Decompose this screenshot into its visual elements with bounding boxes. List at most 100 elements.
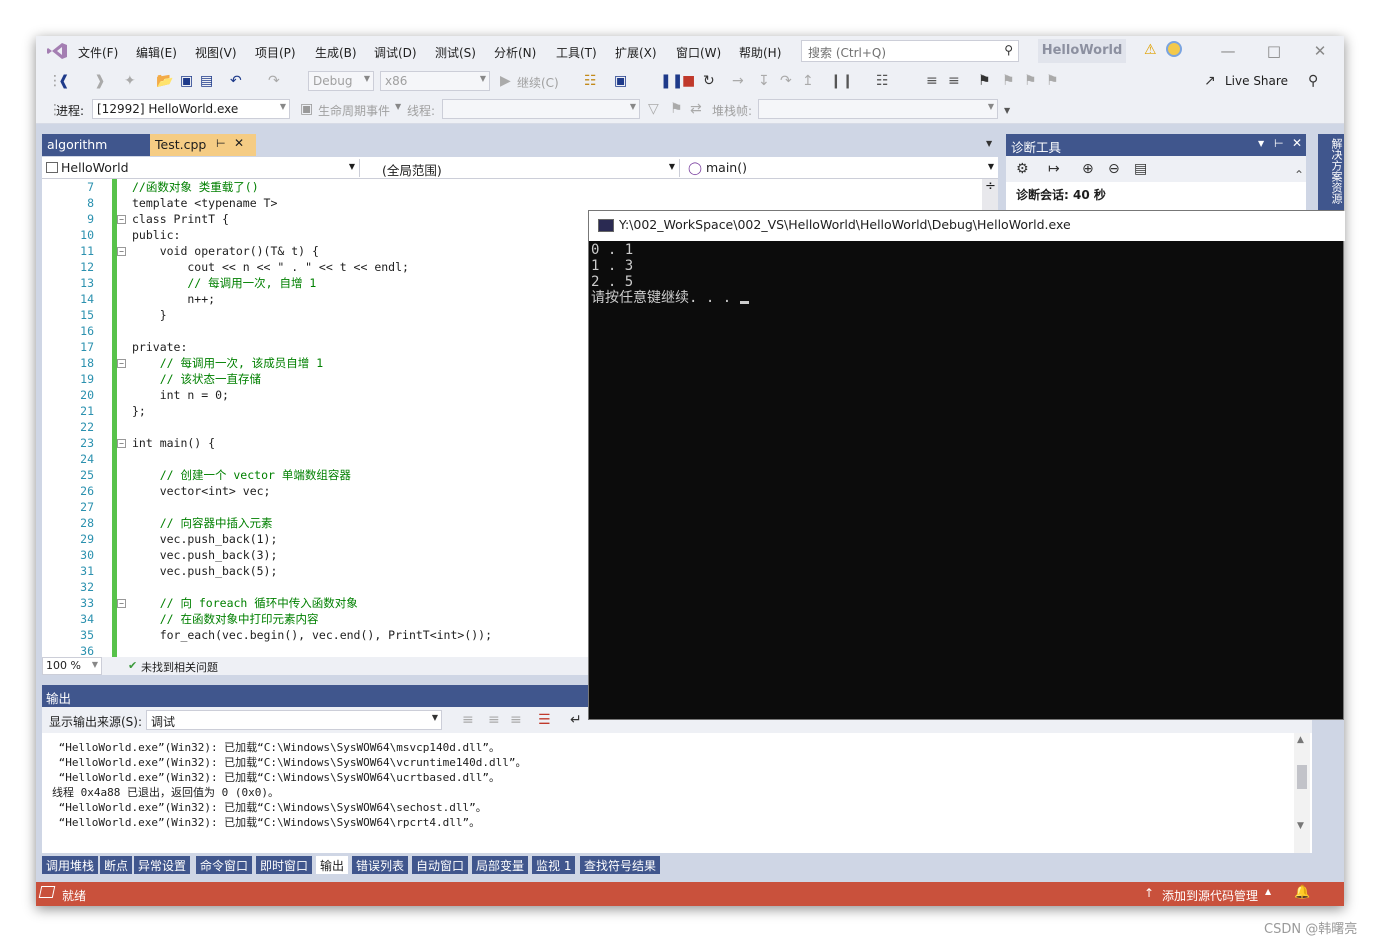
zoom-in-icon[interactable]: ⊕ (1082, 161, 1094, 177)
tab-algorithm[interactable]: algorithm (42, 134, 150, 156)
menu-build[interactable]: 生成(B) (315, 44, 357, 61)
warning-icon[interactable]: ⚠ (1144, 42, 1157, 58)
clear-all-icon[interactable]: ☰ (538, 712, 551, 728)
find-message-icon[interactable]: ≡ (462, 712, 474, 728)
pause-icon[interactable]: ❚❚ (660, 73, 683, 89)
bottom-tab[interactable]: 输出 (316, 856, 349, 874)
lifecycle-events-button[interactable]: 生命周期事件 (318, 102, 390, 119)
tab-test-cpp[interactable]: Test.cpp ⊢ ✕ (150, 134, 256, 156)
show-next-statement-icon[interactable]: → (732, 73, 744, 89)
collapse-icon[interactable]: − (117, 247, 126, 256)
menu-edit[interactable]: 编辑(E) (136, 44, 177, 61)
menu-window[interactable]: 窗口(W) (676, 44, 721, 61)
issues-status[interactable]: 未找到相关问题 (141, 659, 218, 675)
minimize-button[interactable]: — (1208, 40, 1248, 62)
scroll-up-icon[interactable]: ▲ (1297, 735, 1304, 745)
continue-play-icon[interactable]: ▶ (500, 73, 511, 89)
outdent-icon[interactable]: ≡ (948, 73, 960, 89)
chevron-down-icon[interactable]: ▼ (1258, 139, 1264, 148)
restart-icon[interactable]: ↻ (703, 73, 715, 89)
bottom-tab[interactable]: 即时窗口 (256, 856, 313, 874)
export-icon[interactable]: ↦ (1048, 161, 1060, 177)
indent-icon[interactable]: ≡ (926, 73, 938, 89)
forward-icon[interactable]: ❱ (94, 73, 106, 89)
notification-bell-icon[interactable]: 🔔 (1294, 885, 1310, 900)
output-text-area[interactable]: “HelloWorld.exe”(Win32): 已加载“C:\Windows\… (42, 733, 1312, 853)
continue-button[interactable]: 继续(C) (517, 74, 559, 91)
prev-message-icon[interactable]: ≡ (488, 712, 500, 728)
comment-icon[interactable]: ☷ (876, 73, 889, 89)
find-icon[interactable]: ☷ (584, 73, 597, 89)
project-dropdown[interactable]: HelloWorld ▼ (42, 159, 360, 177)
expand-threads-icon[interactable]: ⇄ (690, 101, 702, 117)
scope-dropdown[interactable]: (全局范围) ▼ (364, 159, 680, 178)
code-line[interactable]: 8 template <typename T> (42, 195, 982, 211)
bookmark-icon[interactable]: ⚑ (978, 73, 991, 89)
gear-icon[interactable]: ⚙ (1016, 161, 1029, 177)
code-line[interactable]: 7 //函数对象 类重载了() (42, 179, 982, 195)
collapse-icon[interactable]: − (117, 359, 126, 368)
flag-thread-icon[interactable]: ⚑ (670, 101, 683, 117)
filter-icon[interactable]: ▽ (648, 101, 659, 117)
menu-extensions[interactable]: 扩展(X) (615, 44, 657, 61)
bottom-tab[interactable]: 错误列表 (352, 856, 409, 874)
platform-dropdown[interactable]: x86 ▼ (380, 71, 490, 91)
member-dropdown[interactable]: ◯ main() ▼ (684, 159, 998, 177)
toolbar-overflow-icon[interactable]: ▼ (1004, 106, 1010, 115)
tab-list-chevron-icon[interactable]: ▼ (986, 139, 992, 148)
menu-view[interactable]: 视图(V) (195, 44, 237, 61)
collapse-icon[interactable]: − (117, 215, 126, 224)
menu-test[interactable]: 测试(S) (435, 44, 476, 61)
back-icon[interactable]: ❰ (58, 73, 70, 89)
next-message-icon[interactable]: ≡ (510, 712, 522, 728)
feedback-icon[interactable] (1166, 41, 1182, 57)
bottom-tab[interactable]: 查找符号结果 (580, 856, 661, 874)
output-scrollbar[interactable]: ▲ ▼ (1294, 733, 1310, 853)
undo-icon[interactable]: ↶ (230, 73, 242, 89)
output-source-dropdown[interactable]: 调试 ▼ (146, 710, 442, 730)
bottom-tab[interactable]: 断点 (100, 856, 133, 874)
thread-dropdown[interactable]: ▼ (442, 99, 640, 119)
save-icon[interactable]: ▣ (180, 73, 193, 89)
collapse-icon[interactable]: − (117, 599, 126, 608)
clear-bookmarks-icon[interactable]: ⚑ (1046, 73, 1059, 89)
bottom-tab[interactable]: 自动窗口 (412, 856, 469, 874)
close-button[interactable]: ✕ (1300, 40, 1340, 62)
bottom-tab[interactable]: 监视 1 (532, 856, 576, 874)
prev-bookmark-icon[interactable]: ⚑ (1002, 73, 1015, 89)
chart-icon[interactable]: ▤ (1134, 161, 1147, 177)
stack-frame-dropdown[interactable]: ▼ (758, 99, 998, 119)
hex-display-icon[interactable]: ❙❙ (830, 73, 853, 89)
console-window[interactable]: Y:\002_WorkSpace\002_VS\HelloWorld\Hello… (588, 210, 1345, 720)
account-icon[interactable]: ⚲ (1308, 73, 1318, 89)
word-wrap-icon[interactable]: ↵ (570, 712, 582, 728)
menu-analyze[interactable]: 分析(N) (494, 44, 536, 61)
live-share-button[interactable]: Live Share (1225, 74, 1288, 88)
configuration-dropdown[interactable]: Debug ▼ (308, 71, 374, 91)
split-icon[interactable]: ÷ (985, 179, 996, 194)
scroll-up-icon[interactable]: ⌃ (1294, 168, 1304, 182)
source-control-button[interactable]: 添加到源代码管理 (1162, 887, 1258, 904)
bottom-tab[interactable]: 调用堆栈 (42, 856, 99, 874)
step-out-icon[interactable]: ↥ (802, 73, 814, 89)
maximize-button[interactable]: □ (1254, 40, 1294, 62)
bottom-tab[interactable]: 异常设置 (134, 856, 191, 874)
menu-file[interactable]: 文件(F) (78, 44, 118, 61)
stop-icon[interactable]: ■ (682, 73, 695, 89)
pin-icon[interactable]: ⊢ (216, 137, 226, 150)
process-dropdown[interactable]: [12992] HelloWorld.exe ▼ (92, 99, 290, 119)
screenshot-icon[interactable]: ▣ (614, 73, 627, 89)
zoom-out-icon[interactable]: ⊖ (1108, 161, 1120, 177)
scroll-down-icon[interactable]: ▼ (1297, 821, 1304, 831)
menu-tools[interactable]: 工具(T) (556, 44, 597, 61)
menu-project[interactable]: 项目(P) (255, 44, 296, 61)
pin-icon[interactable]: ⊢ (1274, 137, 1284, 150)
search-input[interactable]: 搜索 (Ctrl+Q) ⚲ (801, 40, 1019, 62)
bottom-tab[interactable]: 局部变量 (472, 856, 529, 874)
close-icon[interactable]: ✕ (234, 136, 244, 150)
step-into-icon[interactable]: ↧ (758, 73, 770, 89)
next-bookmark-icon[interactable]: ⚑ (1024, 73, 1037, 89)
step-over-icon[interactable]: ↷ (780, 73, 792, 89)
new-project-icon[interactable]: ✦ (124, 73, 136, 89)
menu-help[interactable]: 帮助(H) (739, 44, 781, 61)
